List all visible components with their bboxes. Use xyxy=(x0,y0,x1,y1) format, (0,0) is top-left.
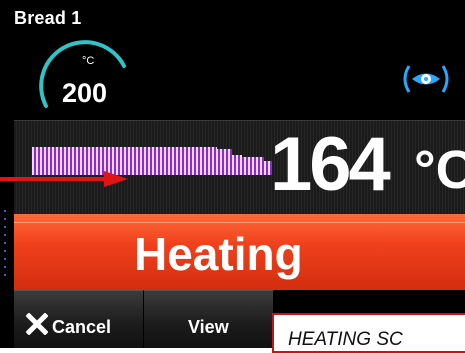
setpoint-unit: °C xyxy=(82,55,95,67)
cancel-button-label: Cancel xyxy=(52,317,112,337)
view-button[interactable]: View xyxy=(144,290,274,348)
program-name: Bread 1 xyxy=(14,8,82,28)
view-button-label: View xyxy=(188,317,229,337)
temperature-panel: 164 °C xyxy=(14,120,465,216)
cancel-button[interactable]: Cancel xyxy=(14,290,144,348)
status-divider xyxy=(14,222,465,223)
setpoint-value: 200 xyxy=(62,78,108,108)
annotation-dotted-line xyxy=(0,204,12,276)
status-label: Heating xyxy=(134,228,303,280)
fan-icon[interactable] xyxy=(400,62,452,96)
setpoint-gauge[interactable]: °C 200 xyxy=(32,34,132,116)
current-temperature: 164 xyxy=(270,122,391,207)
caption-box: HEATING SC xyxy=(272,313,465,353)
status-bar: Heating xyxy=(14,214,465,290)
close-icon xyxy=(26,313,48,335)
current-temperature-unit: °C xyxy=(414,140,465,200)
annotation-arrow-icon xyxy=(0,171,128,187)
